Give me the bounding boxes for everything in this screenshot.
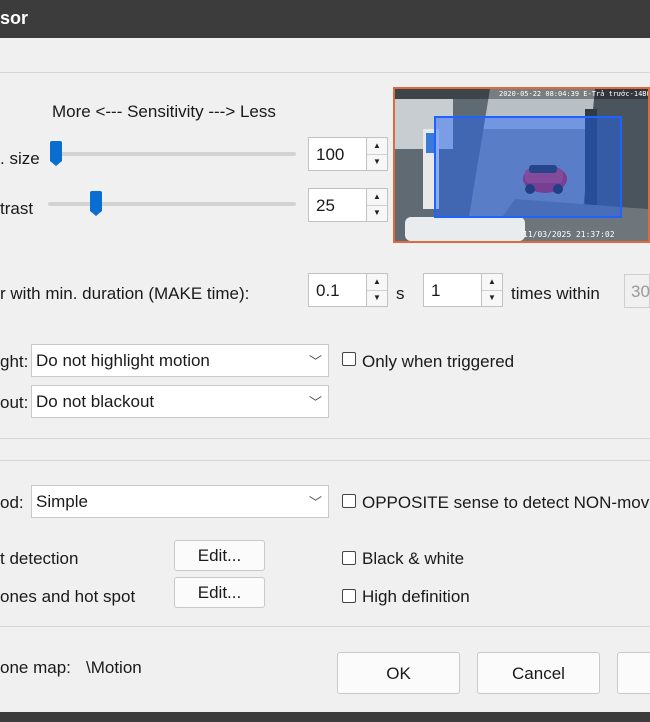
duration-spin-buttons: ▲ ▼ [366, 274, 387, 306]
size-label: . size [0, 149, 40, 168]
spin-down-icon[interactable]: ▼ [367, 205, 387, 221]
method-dropdown[interactable]: Simple ﹀ [31, 485, 329, 518]
high-definition-checkbox[interactable] [342, 589, 356, 603]
spin-down-icon[interactable]: ▼ [482, 290, 502, 306]
high-definition-label: High definition [362, 587, 470, 606]
blackout-dropdown[interactable]: Do not blackout ﹀ [31, 385, 329, 418]
title-bar: sor [0, 0, 650, 38]
spin-down-icon[interactable]: ▼ [367, 154, 387, 170]
size-slider-track[interactable] [50, 152, 296, 156]
contrast-spinbox[interactable]: 25 ▲ ▼ [308, 188, 388, 222]
times-spin-buttons: ▲ ▼ [481, 274, 502, 306]
spin-up-icon[interactable]: ▲ [367, 189, 387, 206]
highlight-value: Do not highlight motion [36, 351, 210, 370]
sensitivity-header: More <--- Sensitivity ---> Less [52, 102, 276, 121]
divider [0, 438, 650, 439]
highlight-label: ght: [0, 352, 29, 371]
detection-label: t detection [0, 549, 79, 568]
duration-value: 0.1 [316, 281, 340, 300]
size-spinbox[interactable]: 100 ▲ ▼ [308, 137, 388, 171]
times-spinbox[interactable]: 1 ▲ ▼ [423, 273, 503, 307]
chevron-down-icon: ﹀ [308, 395, 322, 410]
contrast-label: trast [0, 199, 34, 218]
ok-button[interactable]: OK [337, 652, 460, 694]
zones-edit-button[interactable]: Edit... [174, 577, 265, 608]
divider [0, 460, 650, 461]
spin-up-icon[interactable]: ▲ [482, 274, 502, 291]
blackout-value: Do not blackout [36, 392, 155, 411]
preview-timestamp-top: 2020-05-22 08:04:39 E-Trả trước-14B028 [499, 90, 650, 98]
times-within-label: times within [511, 284, 600, 303]
highlight-dropdown[interactable]: Do not highlight motion ﹀ [31, 344, 329, 377]
zone-map-label: one map: [0, 658, 71, 677]
contrast-spin-buttons: ▲ ▼ [366, 189, 387, 221]
contrast-slider-track[interactable] [48, 202, 296, 206]
preview-timestamp-bottom: 11/03/2025 21:37:02 [523, 230, 615, 239]
detection-edit-button[interactable]: Edit... [174, 540, 265, 571]
only-when-triggered-label: Only when triggered [362, 352, 515, 371]
bottom-border [0, 712, 650, 722]
contrast-slider-thumb[interactable] [90, 191, 103, 216]
camera-scene-image [395, 89, 648, 241]
divider [0, 626, 650, 627]
black-white-checkbox[interactable] [342, 551, 356, 565]
black-white-label: Black & white [362, 549, 465, 568]
opposite-sense-label: OPPOSITE sense to detect NON-mov [362, 493, 650, 512]
duration-spinbox[interactable]: 0.1 ▲ ▼ [308, 273, 388, 307]
divider [0, 72, 650, 73]
times-value: 1 [431, 281, 441, 300]
only-when-triggered-checkbox[interactable] [342, 352, 356, 366]
within-value: 30 [631, 282, 650, 301]
zone-map-value: \Motion [86, 658, 142, 677]
zones-label: ones and hot spot [0, 587, 136, 606]
chevron-down-icon: ﹀ [308, 354, 322, 369]
size-spin-buttons: ▲ ▼ [366, 138, 387, 170]
spin-up-icon[interactable]: ▲ [367, 274, 387, 291]
spin-down-icon[interactable]: ▼ [367, 290, 387, 306]
window-title: sor [0, 8, 29, 28]
trigger-duration-label: r with min. duration (MAKE time): [0, 284, 250, 303]
within-field[interactable]: 30 [624, 274, 650, 308]
duration-unit: s [396, 284, 405, 303]
blackout-label: out: [0, 393, 29, 412]
spin-up-icon[interactable]: ▲ [367, 138, 387, 155]
size-slider-thumb[interactable] [50, 141, 62, 166]
opposite-sense-checkbox[interactable] [342, 494, 356, 508]
contrast-value: 25 [316, 196, 335, 215]
extra-button[interactable] [617, 652, 650, 694]
cancel-button[interactable]: Cancel [477, 652, 600, 694]
method-value: Simple [36, 492, 88, 511]
camera-preview[interactable]: 2020-05-22 08:04:39 E-Trả trước-14B028 1… [393, 87, 650, 243]
method-label: od: [0, 493, 24, 512]
size-value: 100 [316, 145, 345, 164]
chevron-down-icon: ﹀ [308, 495, 322, 510]
